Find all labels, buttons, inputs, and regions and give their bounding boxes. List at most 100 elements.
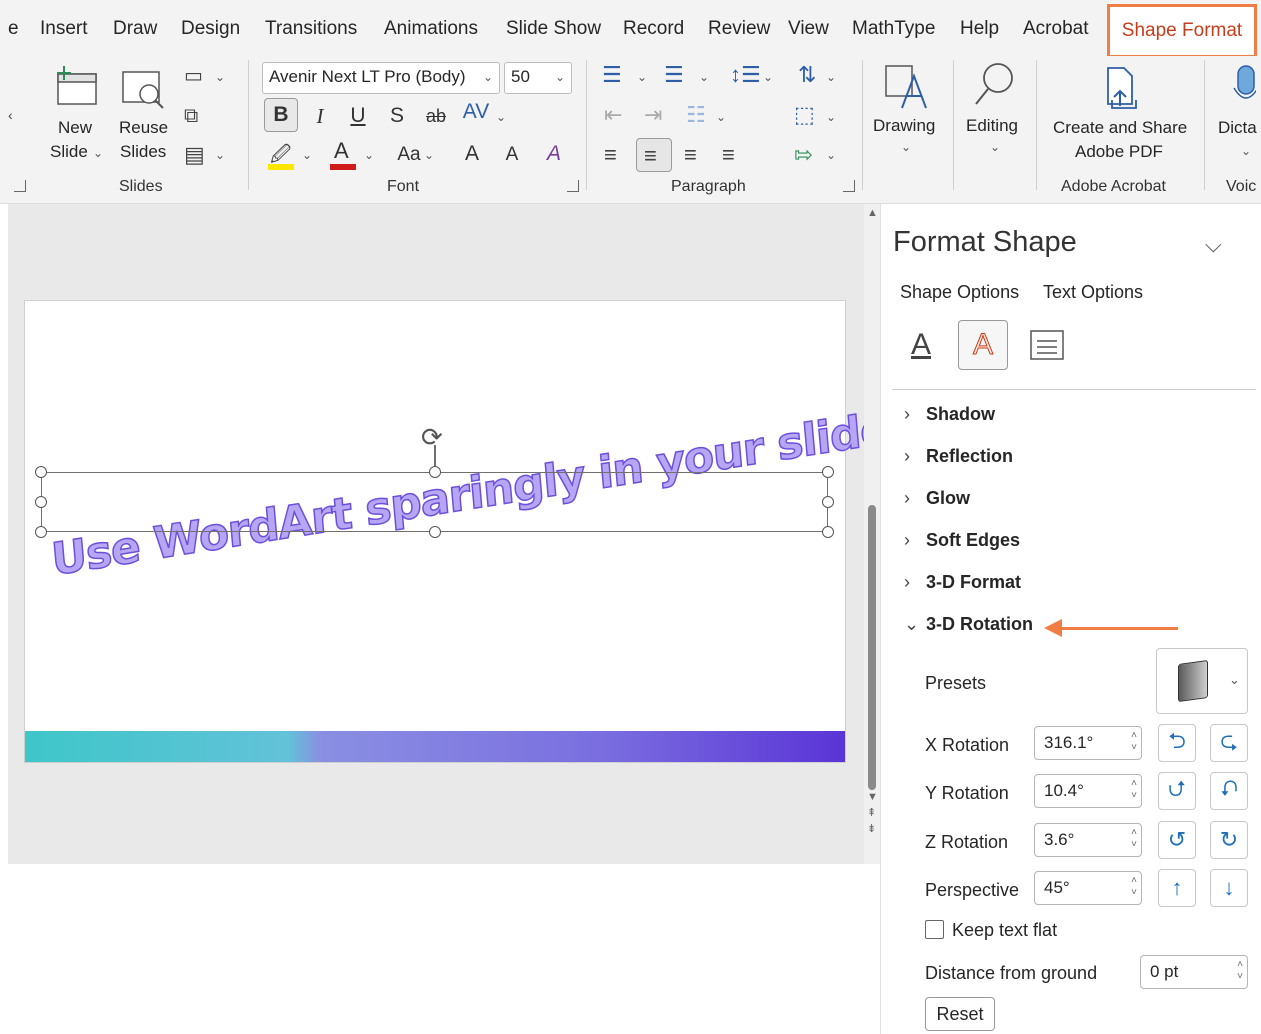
section-3d-rotation[interactable]: ⌄ 3-D Rotation xyxy=(904,614,1033,635)
dictate-caret-icon[interactable]: ⌄ xyxy=(1241,144,1251,158)
bold-button[interactable]: B xyxy=(264,98,298,132)
resize-handle-top[interactable] xyxy=(429,466,441,478)
tab-slide-show[interactable]: Slide Show xyxy=(506,18,601,40)
reset-slide-icon[interactable]: ⧉ xyxy=(184,106,198,126)
resize-handle-bottom[interactable] xyxy=(429,526,441,538)
distance-from-ground-input[interactable]: 0 pt ˄ ˅ xyxy=(1140,955,1248,989)
tab-transitions[interactable]: Transitions xyxy=(265,18,357,40)
scroll-up-arrow-icon[interactable]: ▲ xyxy=(867,208,878,219)
font-color-button[interactable]: A xyxy=(328,138,358,172)
spin-arrows-icon[interactable]: ˄ ˅ xyxy=(1131,730,1137,754)
tab-insert[interactable]: Insert xyxy=(40,18,88,40)
numbering-icon[interactable]: ☰ xyxy=(664,64,684,86)
character-spacing-button[interactable]: AV xyxy=(462,100,490,124)
shape-selection-box[interactable] xyxy=(41,472,828,532)
resize-handle-right[interactable] xyxy=(822,496,834,508)
change-case-button[interactable]: Aa xyxy=(392,144,426,166)
spin-arrows-icon[interactable]: ˄ ˅ xyxy=(1131,827,1137,851)
editing-caret-icon[interactable]: ⌄ xyxy=(990,140,1000,154)
next-slide-icon[interactable]: ⇟ xyxy=(867,824,876,835)
previous-slide-icon[interactable]: ⇞ xyxy=(867,808,876,819)
text-direction-icon[interactable]: ⇅ xyxy=(798,64,816,86)
x-rotate-left-button[interactable]: ⮌ xyxy=(1158,724,1196,762)
align-text-icon[interactable]: ⬚ xyxy=(794,104,815,126)
tab-draw[interactable]: Draw xyxy=(113,18,157,40)
section-caret-icon[interactable]: ⌄ xyxy=(215,148,225,162)
spin-arrows-icon[interactable]: ˄ ˅ xyxy=(1131,875,1137,899)
new-slide-button[interactable] xyxy=(54,64,100,108)
italic-button[interactable]: I xyxy=(306,104,334,129)
align-left-icon[interactable]: ≡ xyxy=(604,144,617,166)
tab-review[interactable]: Review xyxy=(708,18,770,40)
keep-text-flat-checkbox[interactable] xyxy=(925,920,944,939)
resize-handle-bottom-right[interactable] xyxy=(822,526,834,538)
columns-caret-icon[interactable]: ⌄ xyxy=(716,110,726,124)
spacing-caret-icon[interactable]: ⌄ xyxy=(496,110,506,124)
z-rotation-input[interactable]: 3.6° ˄ ˅ xyxy=(1034,823,1142,857)
y-rotate-up-button[interactable]: ⮍ xyxy=(1158,772,1196,810)
z-rotate-clockwise-button[interactable]: ↻ xyxy=(1210,821,1248,859)
text-shadow-button[interactable]: S xyxy=(383,104,411,128)
textbox-icon[interactable] xyxy=(1022,320,1072,370)
x-rotation-input[interactable]: 316.1° ˄ ˅ xyxy=(1034,726,1142,760)
text-direction-caret-icon[interactable]: ⌄ xyxy=(826,70,836,84)
font-size-combo[interactable]: 50 ⌄ xyxy=(504,62,572,94)
drawing-caret-icon[interactable]: ⌄ xyxy=(901,140,911,154)
tab-shape-options[interactable]: Shape Options xyxy=(900,282,1019,303)
font-dialog-launcher-icon[interactable] xyxy=(567,180,579,192)
y-rotation-input[interactable]: 10.4° ˄ ˅ xyxy=(1034,774,1142,808)
clear-formatting-button[interactable]: A xyxy=(540,142,568,166)
y-rotate-down-button[interactable]: ⮏ xyxy=(1210,772,1248,810)
increase-perspective-button[interactable]: ↑ xyxy=(1158,869,1196,907)
grow-font-button[interactable]: A xyxy=(458,142,486,166)
resize-handle-top-right[interactable] xyxy=(822,466,834,478)
decrease-indent-icon[interactable]: ⇤ xyxy=(604,104,622,126)
tab-acrobat[interactable]: Acrobat xyxy=(1023,18,1088,40)
increase-indent-icon[interactable]: ⇥ xyxy=(644,104,662,126)
columns-icon[interactable]: ☷ xyxy=(686,104,706,126)
section-3d-format[interactable]: › 3-D Format xyxy=(904,572,1021,593)
scroll-down-arrow-icon[interactable]: ▼ xyxy=(867,792,878,803)
reuse-slides-button[interactable] xyxy=(121,66,167,110)
presets-caret-icon[interactable]: ⌄ xyxy=(1229,672,1240,688)
text-effects-icon[interactable]: A xyxy=(958,320,1008,370)
strikethrough-button[interactable]: ab xyxy=(422,106,450,127)
smartart-caret-icon[interactable]: ⌄ xyxy=(826,148,836,162)
resize-handle-top-left[interactable] xyxy=(35,466,47,478)
underline-button[interactable]: U xyxy=(344,104,372,128)
bullets-icon[interactable]: ☰ xyxy=(602,64,622,86)
decrease-perspective-button[interactable]: ↓ xyxy=(1210,869,1248,907)
new-slide-caret-icon[interactable]: ⌄ xyxy=(93,146,103,160)
scrollbar-thumb[interactable] xyxy=(868,505,876,790)
rotation-handle-icon[interactable]: ⟳ xyxy=(421,424,443,450)
line-spacing-caret-icon[interactable]: ⌄ xyxy=(763,70,773,84)
font-color-caret-icon[interactable]: ⌄ xyxy=(364,148,374,162)
section-shadow[interactable]: › Shadow xyxy=(904,404,995,425)
spin-arrows-icon[interactable]: ˄ ˅ xyxy=(1237,959,1243,983)
align-right-icon[interactable]: ≡ xyxy=(684,144,697,166)
smartart-convert-icon[interactable]: ⇰ xyxy=(794,144,812,166)
reset-button[interactable]: Reset xyxy=(925,997,995,1031)
paragraph-dialog-launcher-icon[interactable] xyxy=(843,180,855,192)
editing-button[interactable] xyxy=(972,60,1018,110)
section-glow[interactable]: › Glow xyxy=(904,488,970,509)
align-center-button[interactable]: ≡ xyxy=(636,138,672,172)
tab-animations[interactable]: Animations xyxy=(384,18,478,40)
highlight-button[interactable]: 🖉 xyxy=(266,140,296,172)
font-name-combo[interactable]: Avenir Next LT Pro (Body) ⌄ xyxy=(262,62,500,94)
slides-dialog-launcher-icon[interactable] xyxy=(14,180,26,192)
text-fill-outline-icon[interactable]: A xyxy=(896,320,946,370)
tab-home-partial[interactable]: e xyxy=(8,18,19,40)
layout-caret-icon[interactable]: ⌄ xyxy=(215,70,225,84)
section-soft-edges[interactable]: › Soft Edges xyxy=(904,530,1020,551)
align-text-caret-icon[interactable]: ⌄ xyxy=(826,110,836,124)
drawing-button[interactable] xyxy=(884,62,930,112)
tab-record[interactable]: Record xyxy=(623,18,684,40)
line-spacing-icon[interactable]: ↕☰ xyxy=(730,64,761,86)
shrink-font-button[interactable]: A xyxy=(498,144,526,166)
tab-help[interactable]: Help xyxy=(960,18,999,40)
layout-icon[interactable]: ▭ xyxy=(184,66,203,86)
spin-arrows-icon[interactable]: ˄ ˅ xyxy=(1131,778,1137,802)
scroll-left-icon[interactable]: ‹ xyxy=(8,108,13,122)
tab-text-options[interactable]: Text Options xyxy=(1043,282,1143,303)
